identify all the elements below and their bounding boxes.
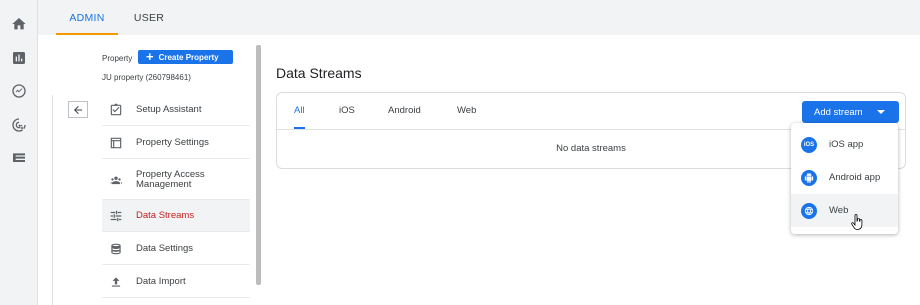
menu-option-label: iOS app (829, 139, 864, 150)
column-guide-line (52, 95, 53, 305)
tab-ios[interactable]: iOS (339, 93, 355, 129)
tab-android[interactable]: Android (388, 93, 421, 129)
menu-item-property-settings[interactable]: Property Settings (102, 127, 250, 159)
menu-option-label: Web (829, 205, 849, 216)
page-title: Data Streams (276, 65, 362, 81)
arrow-left-icon (74, 105, 82, 114)
menu-option-label: Android app (829, 172, 881, 183)
tab-user[interactable]: USER (128, 0, 170, 35)
globe-icon (801, 202, 817, 219)
explore-icon[interactable] (11, 83, 27, 99)
menu-item-data-streams[interactable]: Data Streams (102, 200, 250, 232)
tab-admin[interactable]: ADMIN (56, 0, 118, 35)
create-property-label: Create Property (158, 52, 219, 62)
property-label: Property (102, 54, 133, 63)
plus-icon: + (146, 49, 154, 64)
menu-item-label: Property Access Management (136, 168, 205, 190)
menu-option-android-app[interactable]: Android app (791, 161, 898, 194)
settings-panel-icon (108, 135, 124, 151)
menu-item-data-import[interactable]: Data Import (102, 266, 250, 298)
add-stream-button[interactable]: Add stream (802, 101, 899, 123)
caret-down-icon (877, 110, 885, 114)
top-tab-bar: ADMIN USER (38, 0, 920, 35)
upload-icon (108, 274, 124, 290)
people-icon (108, 172, 124, 188)
menu-item-setup-assistant[interactable]: Setup Assistant (102, 94, 250, 126)
ios-icon: iOS (801, 136, 817, 153)
checklist-icon (108, 102, 124, 118)
menu-item-label: Property Settings (136, 136, 209, 148)
database-icon (108, 241, 124, 257)
property-name: JU property (260798461) (102, 73, 191, 82)
menu-item-label: Data Streams (136, 209, 195, 221)
advertising-icon[interactable] (11, 117, 27, 133)
menu-item-label: Setup Assistant (136, 103, 202, 115)
admin-property-column: Property + Create Property JU property (… (38, 35, 262, 305)
streams-icon (108, 208, 124, 224)
menu-item-label: Data Settings (136, 242, 194, 254)
add-stream-menu: iOS iOS app Android app Web (791, 123, 898, 234)
reports-icon[interactable] (11, 50, 27, 66)
left-nav-rail (0, 0, 38, 305)
android-icon (801, 169, 817, 186)
create-property-button[interactable]: + Create Property (138, 50, 233, 64)
menu-option-web[interactable]: Web (791, 194, 898, 227)
back-button[interactable] (68, 101, 88, 118)
menu-item-label: Data Import (136, 275, 186, 287)
menu-option-ios-app[interactable]: iOS iOS app (791, 128, 898, 161)
menu-item-data-settings[interactable]: Data Settings (102, 233, 250, 265)
add-stream-label: Add stream (814, 106, 863, 118)
tab-web[interactable]: Web (457, 93, 476, 129)
configure-icon[interactable] (11, 150, 27, 166)
home-icon[interactable] (11, 16, 27, 32)
hand-cursor-icon (851, 214, 863, 230)
menu-item-property-access[interactable]: Property Access Management (102, 160, 250, 200)
column-scrollbar[interactable] (256, 45, 261, 285)
tab-all[interactable]: All (294, 93, 305, 129)
